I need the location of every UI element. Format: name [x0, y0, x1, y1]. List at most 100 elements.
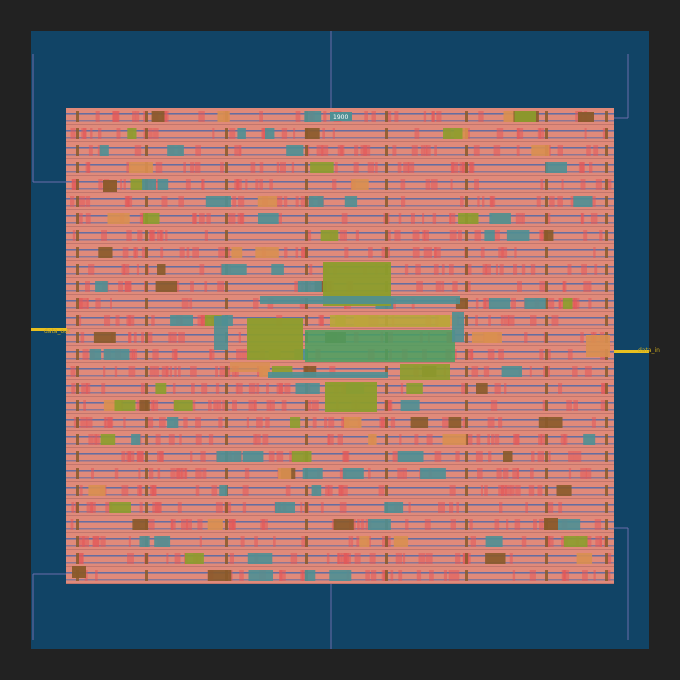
layout-shape — [199, 264, 205, 275]
layout-shape — [588, 298, 592, 309]
layout-shape — [344, 230, 347, 241]
macro-block — [452, 312, 464, 342]
layout-shape — [305, 196, 308, 207]
layout-shape — [465, 366, 468, 377]
layout-shape — [295, 196, 299, 207]
layout-shape — [98, 128, 102, 139]
layout-shape — [477, 468, 483, 479]
layout-shape — [128, 162, 153, 173]
layout-shape — [522, 213, 525, 224]
layout-shape — [494, 230, 500, 241]
layout-shape — [415, 264, 421, 275]
layout-shape — [568, 468, 572, 479]
layout-shape — [66, 464, 614, 465]
layout-shape — [114, 366, 118, 377]
layout-shape — [134, 145, 142, 156]
layout-shape — [397, 162, 402, 173]
layout-shape — [582, 570, 588, 581]
layout-shape — [269, 179, 273, 190]
layout-shape — [81, 383, 89, 394]
layout-shape — [403, 162, 410, 173]
layout-shape — [302, 468, 323, 479]
layout-shape — [580, 179, 586, 190]
layout-shape — [228, 213, 236, 224]
layout-shape — [414, 128, 420, 139]
layout-shape — [304, 570, 316, 581]
layout-shape — [333, 519, 354, 530]
layout-shape — [66, 532, 614, 533]
layout-shape — [305, 179, 308, 190]
layout-shape — [581, 213, 584, 224]
layout-shape — [605, 366, 608, 377]
layout-shape — [295, 111, 301, 122]
layout-shape — [76, 553, 79, 564]
layout-shape — [121, 485, 129, 496]
layout-shape — [137, 230, 143, 241]
layout-shape — [531, 451, 535, 462]
layout-shape — [70, 366, 76, 377]
layout-shape — [103, 366, 106, 377]
layout-shape — [174, 349, 178, 360]
layout-shape — [153, 128, 159, 139]
layout-shape — [261, 519, 268, 530]
layout-shape — [76, 162, 79, 173]
layout-shape — [567, 264, 572, 275]
layout-shape — [494, 434, 500, 445]
layout-shape — [312, 417, 317, 428]
layout-shape — [334, 162, 338, 173]
layout-shape — [385, 468, 388, 479]
layout-shape — [545, 281, 548, 292]
layout-shape — [469, 162, 475, 173]
layout-shape — [493, 145, 501, 156]
layout-shape — [66, 566, 614, 567]
layout-shape — [90, 128, 93, 139]
layout-shape — [172, 383, 176, 394]
layout-shape — [232, 400, 237, 411]
layout-shape — [512, 570, 516, 581]
layout-shape — [192, 400, 196, 411]
layout-shape — [434, 451, 442, 462]
layout-shape — [225, 468, 228, 479]
layout-shape — [85, 162, 91, 173]
layout-shape — [66, 175, 614, 176]
layout-shape — [465, 485, 468, 496]
layout-shape — [385, 383, 388, 394]
layout-shape — [145, 111, 148, 122]
layout-shape — [123, 417, 126, 428]
layout-shape — [76, 519, 79, 530]
layout-shape — [114, 400, 136, 411]
layout-shape — [291, 162, 295, 173]
layout-shape — [225, 553, 228, 564]
layout-shape — [573, 196, 593, 207]
layout-shape — [434, 145, 437, 156]
layout-shape — [215, 383, 220, 394]
layout-shape — [88, 434, 94, 445]
layout-shape — [360, 519, 365, 530]
layout-shape — [177, 502, 182, 513]
layout-shape — [145, 468, 148, 479]
layout-shape — [76, 230, 79, 241]
layout-shape — [228, 366, 231, 377]
layout-shape — [403, 468, 407, 479]
layout-shape — [138, 468, 141, 479]
layout-shape — [98, 179, 103, 190]
layout-shape — [536, 196, 541, 207]
layout-shape — [265, 128, 275, 139]
layout-shape — [66, 413, 614, 414]
layout-shape — [454, 349, 457, 360]
layout-shape — [305, 519, 308, 530]
layout-shape — [76, 128, 79, 139]
layout-shape — [66, 205, 614, 207]
layout-shape — [137, 485, 143, 496]
layout-shape — [201, 383, 208, 394]
layout-shape — [132, 111, 136, 122]
layout-shape — [543, 230, 554, 241]
layout-shape — [159, 451, 164, 462]
layout-shape — [71, 383, 76, 394]
layout-shape — [82, 349, 89, 360]
layout-shape — [558, 519, 581, 530]
macro-block — [260, 296, 460, 304]
layout-shape — [208, 400, 212, 411]
layout-shape — [265, 417, 270, 428]
layout-shape — [411, 145, 418, 156]
